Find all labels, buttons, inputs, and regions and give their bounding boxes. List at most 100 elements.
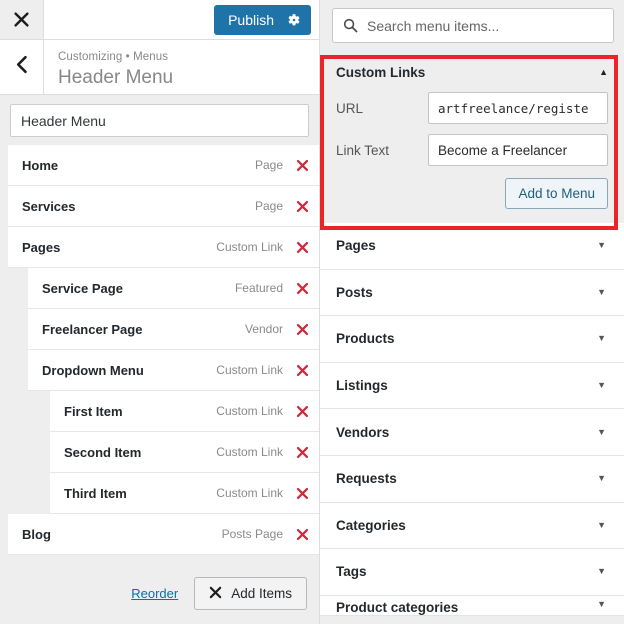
panel-header-texts: Customizing • Menus Header Menu [44, 40, 173, 94]
remove-menu-item-icon[interactable] [295, 527, 309, 541]
remove-menu-item-icon[interactable] [295, 486, 309, 500]
publish-button-label: Publish [228, 11, 274, 28]
accordion-item-label: Categories [336, 517, 406, 533]
menu-item-row[interactable]: Home Page [8, 145, 319, 186]
menu-item-title: Dropdown Menu [42, 362, 144, 378]
menu-item-title: Home [22, 157, 59, 173]
accordion-item[interactable]: Product categories ▼ [320, 595, 624, 616]
accordion-item[interactable]: Pages ▼ [320, 223, 624, 270]
url-label: URL [336, 100, 364, 116]
remove-menu-item-icon[interactable] [295, 322, 309, 336]
menu-item-title: Pages [22, 239, 61, 255]
menu-item-row[interactable]: Services Page [8, 186, 319, 227]
publish-button[interactable]: Publish [214, 4, 311, 35]
menu-item-row[interactable]: Freelancer Page Vendor [28, 309, 319, 350]
chevron-down-icon[interactable]: ▼ [597, 334, 606, 343]
close-customizer-button[interactable] [0, 0, 44, 39]
search-input[interactable]: Search menu items... [332, 8, 614, 43]
accordion-item[interactable]: Requests ▼ [320, 455, 624, 503]
menu-item-type: Custom Link [216, 404, 283, 418]
publish-area: Publish [214, 0, 319, 39]
chevron-down-icon[interactable]: ▼ [597, 520, 606, 530]
customizer-topbar: Publish [0, 0, 319, 40]
accordion-item-label: Posts [336, 284, 373, 300]
link-text-label: Link Text [336, 142, 390, 158]
accordion-item-label: Product categories [336, 599, 459, 615]
close-icon [13, 11, 30, 28]
accordion-item-label: Products [336, 331, 395, 347]
menu-item-row[interactable]: First Item Custom Link [50, 391, 319, 432]
available-items-panel: Search menu items... Custom Links ▲ URL … [320, 0, 624, 624]
accordion-item-label: Vendors [336, 424, 390, 440]
menu-item-row[interactable]: Pages Custom Link [8, 227, 319, 268]
menu-item-title: Services [22, 198, 76, 214]
add-to-menu-button[interactable]: Add to Menu [505, 178, 608, 209]
link-text-field-row: Link Text [336, 134, 608, 166]
menu-item-type: Custom Link [216, 486, 283, 500]
close-x-icon [209, 586, 222, 602]
menu-list-footer: Reorder Add Items [0, 564, 319, 624]
accordion-item[interactable]: Tags ▼ [320, 549, 624, 596]
available-items-accordion: Pages ▼ Posts ▼ Products ▼ Listings ▼ Vendors ▼ Re… [320, 223, 624, 616]
chevron-down-icon[interactable]: ▼ [597, 381, 606, 390]
reorder-link[interactable]: Reorder [131, 586, 178, 601]
custom-links-header[interactable]: Custom Links ▲ [320, 52, 624, 92]
menu-item-type: Page [254, 158, 283, 172]
accordion-item-label: Listings [336, 378, 388, 394]
chevron-up-icon[interactable]: ▲ [599, 68, 608, 77]
add-items-label: Add Items [231, 586, 292, 601]
back-button[interactable] [0, 40, 44, 94]
menu-item-title: Blog [22, 526, 51, 542]
chevron-down-icon[interactable]: ▼ [597, 287, 606, 297]
customizer-screen: Publish Customizing • Menus Header Menu … [0, 0, 624, 624]
menu-items-list: Home Page Services Page Pages Custom Link Serv… [0, 145, 319, 564]
menu-name-field-wrap [0, 95, 319, 145]
remove-menu-item-icon[interactable] [295, 281, 309, 295]
menu-item-title: Freelancer Page [42, 321, 143, 337]
chevron-down-icon[interactable]: ▼ [597, 567, 606, 576]
remove-menu-item-icon[interactable] [295, 445, 309, 459]
accordion-item[interactable]: Listings ▼ [320, 362, 624, 410]
panel-header: Customizing • Menus Header Menu [0, 40, 319, 95]
menu-item-title: Third Item [64, 485, 127, 501]
chevron-down-icon[interactable]: ▼ [597, 241, 606, 250]
search-placeholder: Search menu items... [367, 17, 500, 34]
menu-item-type: Vendor [244, 322, 283, 336]
gear-icon[interactable] [287, 13, 301, 27]
url-input[interactable] [428, 92, 608, 124]
menu-item-row[interactable]: Third Item Custom Link [50, 473, 319, 514]
add-items-button[interactable]: Add Items [194, 577, 307, 610]
accordion-item[interactable]: Categories ▼ [320, 502, 624, 550]
remove-menu-item-icon[interactable] [295, 404, 309, 418]
menu-item-row[interactable]: Blog Posts Page [8, 514, 319, 555]
menu-item-title: First Item [64, 403, 123, 419]
accordion-item-label: Requests [336, 471, 397, 487]
menu-item-type: Custom Link [216, 363, 283, 377]
chevron-down-icon[interactable]: ▼ [597, 599, 606, 609]
menu-item-type: Featured [234, 281, 283, 295]
menu-item-row[interactable]: Dropdown Menu Custom Link [28, 350, 319, 391]
menu-item-row[interactable]: Service Page Featured [28, 268, 319, 309]
accordion-item[interactable]: Posts ▼ [320, 269, 624, 317]
custom-links-body: URL Link Text Add to Menu [320, 92, 624, 223]
customizer-sidebar: Publish Customizing • Menus Header Menu … [0, 0, 320, 624]
menu-name-input[interactable] [10, 104, 309, 137]
custom-links-actions: Add to Menu [336, 176, 608, 209]
accordion-item-label: Tags [336, 564, 367, 580]
accordion-item[interactable]: Vendors ▼ [320, 409, 624, 456]
breadcrumb: Customizing • Menus [58, 50, 169, 63]
chevron-down-icon[interactable]: ▼ [597, 427, 606, 437]
menu-item-title: Second Item [64, 444, 142, 460]
accordion-item-label: Pages [336, 238, 376, 254]
search-icon [343, 18, 358, 33]
link-text-input[interactable] [428, 134, 608, 166]
url-field-row: URL [336, 92, 608, 124]
remove-menu-item-icon[interactable] [295, 158, 309, 172]
remove-menu-item-icon[interactable] [295, 199, 309, 213]
remove-menu-item-icon[interactable] [295, 363, 309, 377]
chevron-down-icon[interactable]: ▼ [597, 474, 606, 483]
menu-item-type: Page [254, 199, 283, 213]
menu-item-row[interactable]: Second Item Custom Link [50, 432, 319, 473]
accordion-item[interactable]: Products ▼ [320, 316, 624, 363]
remove-menu-item-icon[interactable] [295, 240, 309, 254]
